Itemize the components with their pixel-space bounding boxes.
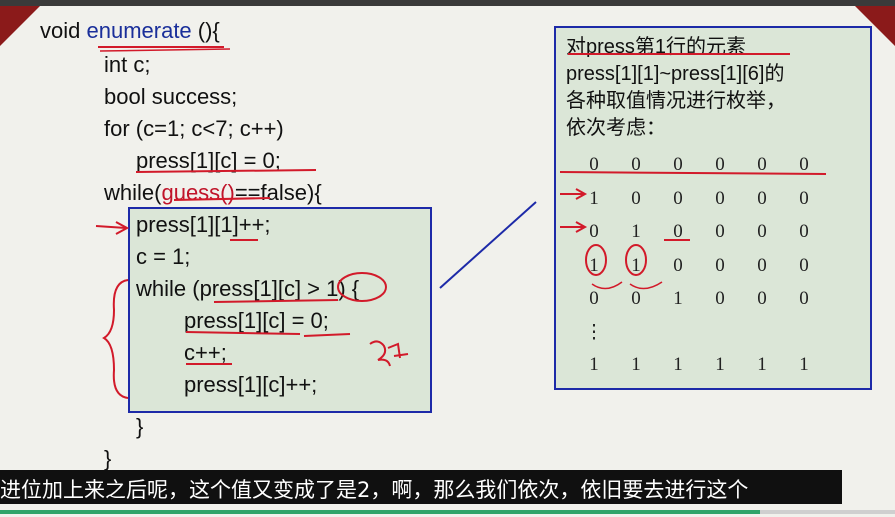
video-progress-remaining[interactable]	[760, 510, 895, 514]
connector-line	[439, 201, 537, 289]
underline-enumerate-2	[99, 48, 231, 52]
underline-press-init	[135, 169, 317, 173]
underline-guess	[173, 197, 271, 201]
arrow-left-shaft	[95, 225, 127, 229]
underline-reset	[185, 331, 301, 335]
handwriting-annotations	[95, 46, 827, 399]
handwritten-carry-note	[369, 340, 409, 367]
video-progress-played[interactable]	[0, 510, 760, 514]
underline-matrix-row0	[559, 171, 827, 175]
brace-annotation	[102, 279, 129, 399]
carry-arcs	[591, 281, 663, 290]
subtitle-text: 进位加上来之后呢，这个值又变成了是2，啊，那么我们依次，依旧要去进行这个	[0, 478, 749, 502]
underline-zero	[303, 333, 351, 337]
underline-while-press	[213, 299, 339, 303]
circle-row3-col1	[585, 244, 607, 276]
circle-gt1	[337, 272, 387, 302]
circle-row3-col2	[625, 244, 647, 276]
